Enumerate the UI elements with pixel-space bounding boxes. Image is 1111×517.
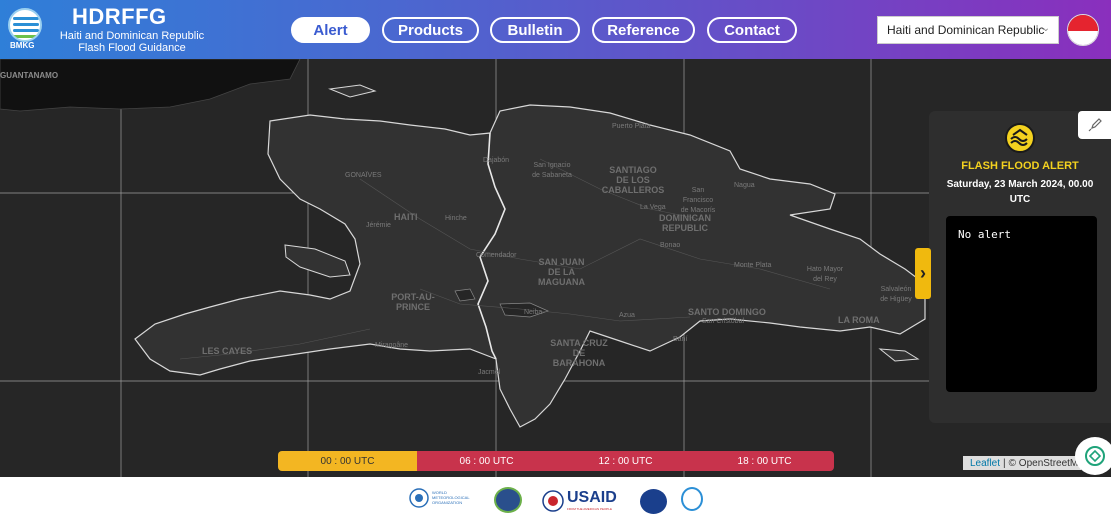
label-la-romana: LA ROMA [838,315,880,325]
hrc-logo[interactable] [494,487,522,513]
label-nagua: Nagua [734,182,755,189]
label-port-au-prince: PORT-AU- PRINCE [388,292,438,312]
label-san-juan: SAN JUAN DE LA MAGUANA [524,257,599,287]
time-slider[interactable]: 00 : 00 UTC 06 : 00 UTC 12 : 00 UTC 18 :… [278,451,834,471]
wmo-logo[interactable]: WORLD METEOROLOGICAL ORGANIZATION [409,487,479,514]
label-guantanamo: GUANTANAMO [0,71,59,80]
label-santiago: SANTIAGO DE LOS CABALLEROS [588,165,678,195]
site-title[interactable]: HDRFFG [72,4,167,30]
label-la-vega: La Vega [640,204,666,211]
region-select[interactable]: Haiti and Dominican Republic ⌄ [877,16,1059,44]
label-san-juan-line2: DE LA MAGUANA [538,267,585,287]
rocket-icon[interactable] [1078,111,1111,139]
nav-reference-button[interactable]: Reference [592,17,695,43]
label-pap-line1: PORT-AU- [391,292,435,302]
indonesia-flag-icon[interactable] [1067,14,1099,46]
time-step-18[interactable]: 18 : 00 UTC [695,451,834,471]
openai-chat-icon[interactable] [1075,437,1111,475]
bmkg-footer-logo[interactable] [681,487,703,511]
nav-bulletin-button[interactable]: Bulletin [490,17,580,43]
time-step-00[interactable]: 00 : 00 UTC [278,451,417,471]
site-subtitle-line2: Flash Flood Guidance [78,42,186,54]
label-neiba: Neiba [524,309,543,316]
osm-link[interactable]: © OpenStreetMap [1009,458,1081,469]
alert-title: FLASH FLOOD ALERT [961,160,1079,172]
label-dr-line2: REPUBLIC [661,223,708,233]
label-bonao: Bonao [660,242,681,249]
label-dominican-republic: DOMINICAN REPUBLIC [650,213,720,233]
label-comendador: Comendador [476,252,517,259]
label-azua: Azua [619,312,635,319]
label-santa-cruz: SANTA CRUZ DE BARAHONA [548,338,610,368]
nav-contact-button[interactable]: Contact [707,17,797,43]
chevron-down-icon: ⌄ [1041,23,1050,34]
label-dajabon: Dajabón [483,157,510,164]
time-step-06[interactable]: 06 : 00 UTC [417,451,556,471]
nav-alert-button[interactable]: Alert [291,17,370,43]
label-jeremie: Jérémie [366,222,391,229]
label-san-juan-line1: SAN JUAN [538,257,585,267]
tortuga-island [328,84,377,98]
saona-island [878,348,920,362]
label-haiti: HAITI [394,212,418,222]
map-attribution: Leaflet | © OpenStreetMap [963,456,1081,470]
label-miragoane: Miragoâne [375,342,409,349]
cuba-landmass [0,59,301,112]
logo-text: BMKG [10,41,35,50]
label-puerto-plata: Puerto Plata [612,123,651,130]
label-gonaives: GONAÏVES [345,172,382,179]
label-hinche: Hinche [445,215,467,222]
alert-date: Saturday, 23 March 2024, 00.00 UTC [946,179,1094,205]
footer-partners: WORLD METEOROLOGICAL ORGANIZATION USAID … [0,477,1111,517]
panel-toggle-button[interactable]: › [915,248,931,299]
label-santa-cruz-line1: SANTA CRUZ [550,338,608,348]
gonave-island [284,244,351,278]
label-bani: Baní [673,336,688,343]
label-santiago-line2: DE LOS CABALLEROS [601,175,665,195]
alert-content-box: No alert [946,216,1097,392]
flash-flood-alert-panel: FLASH FLOOD ALERT Saturday, 23 March 202… [929,111,1111,423]
label-les-cayes: LES CAYES [202,346,253,356]
label-jacmel: Jacmel [478,369,501,376]
label-santo-domingo: SANTO DOMINGO [688,307,766,317]
label-hato-mayor: Hato Mayor del Rey [806,266,844,283]
header: BMKG HDRFFG Haiti and Dominican Republic… [0,0,1111,59]
usaid-subtitle: FROM THE AMERICAN PEOPLE [567,507,612,511]
label-san-ignacio: San Ignacio de Sabaneta [532,162,572,179]
time-step-12[interactable]: 12 : 00 UTC [556,451,695,471]
region-select-value: Haiti and Dominican Republic [887,23,1045,37]
wmo-text-3: ORGANIZATION [432,500,463,505]
usaid-text: USAID [567,489,617,506]
noaa-logo[interactable] [640,489,667,514]
label-pap-line2: PRINCE [395,302,430,312]
attribution-separator: | [1003,457,1006,469]
label-santa-cruz-line2: DE BARAHONA [552,348,606,368]
label-san-francisco: San Francisco de Macorís [680,187,716,214]
usaid-logo[interactable]: USAID FROM THE AMERICAN PEOPLE [542,489,617,517]
label-san-cristobal: San Cristóbal [702,318,745,325]
label-monte-plata: Monte Plata [734,262,772,269]
nav-products-button[interactable]: Products [382,17,479,43]
flood-wave-icon [1005,123,1035,153]
leaflet-link[interactable]: Leaflet [970,458,1000,469]
bmkg-logo-icon[interactable] [8,8,42,42]
site-subtitle-line1: Haiti and Dominican Republic [59,30,205,42]
label-salvaleon: Salvaleón de Higüey [880,286,912,303]
label-santiago-line1: SANTIAGO [609,165,657,175]
